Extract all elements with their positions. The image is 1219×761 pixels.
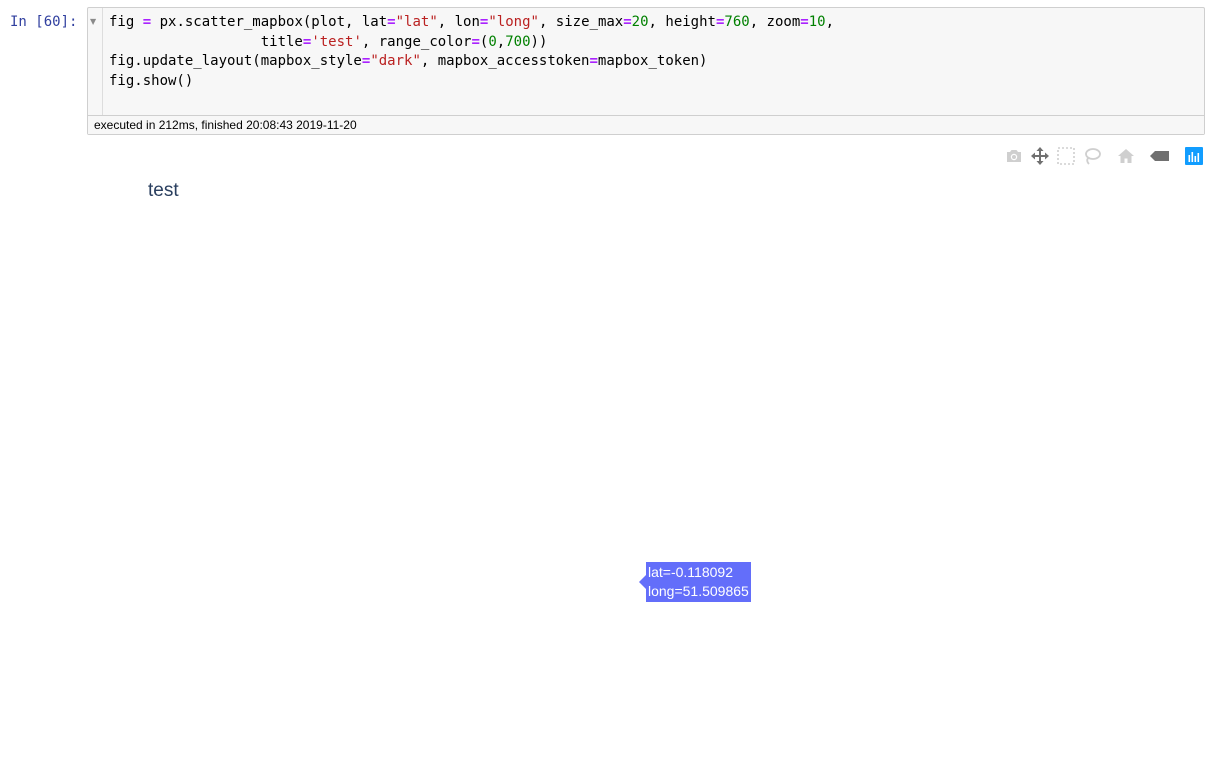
pan-icon — [1031, 147, 1049, 165]
code-line: fig.show() — [109, 72, 194, 89]
plot-title: test — [148, 180, 179, 201]
lasso-icon — [1085, 148, 1101, 165]
camera-icon — [1007, 150, 1021, 162]
tooltip-long: long=51.509865 — [648, 583, 749, 599]
code-editor[interactable]: fig = px.scatter_mapbox(plot, lat="lat",… — [109, 13, 834, 91]
code-line: fig = px.scatter_mapbox(plot, lat="lat",… — [109, 14, 835, 30]
map-plot-area[interactable] — [88, 210, 1206, 750]
download-plot-button[interactable] — [1003, 146, 1025, 166]
lasso-select-button[interactable] — [1081, 146, 1103, 166]
reset-view-button[interactable] — [1115, 146, 1137, 166]
tooltip-pointer — [639, 575, 646, 589]
home-icon — [1118, 149, 1134, 163]
notebook-page: In [60]: ▼ fig = px.scatter_mapbox(plot,… — [0, 0, 1219, 761]
plotly-logo-icon — [1185, 147, 1203, 165]
input-prompt: In [60]: — [10, 14, 78, 30]
hover-closest-icon — [1150, 151, 1169, 161]
hover-tooltip: lat=-0.118092 long=51.509865 — [639, 562, 751, 602]
box-select-icon — [1057, 147, 1075, 165]
collapse-arrow-icon[interactable]: ▼ — [90, 17, 96, 26]
box-select-button[interactable] — [1055, 146, 1077, 166]
code-line: fig.update_layout(mapbox_style="dark", m… — [109, 53, 708, 69]
plot-modebar — [999, 146, 1205, 166]
hover-closest-button[interactable] — [1149, 146, 1171, 166]
tooltip-box: lat=-0.118092 long=51.509865 — [646, 562, 751, 602]
pan-button[interactable] — [1029, 146, 1051, 166]
plotly-logo-link[interactable] — [1183, 146, 1205, 166]
gutter-divider — [102, 8, 103, 115]
execution-info: executed in 212ms, finished 20:08:43 201… — [88, 115, 1204, 134]
code-cell[interactable]: ▼ fig = px.scatter_mapbox(plot, lat="lat… — [87, 7, 1205, 135]
tooltip-lat: lat=-0.118092 — [648, 564, 733, 580]
code-line: title='test', range_color=(0,700)) — [109, 33, 548, 50]
